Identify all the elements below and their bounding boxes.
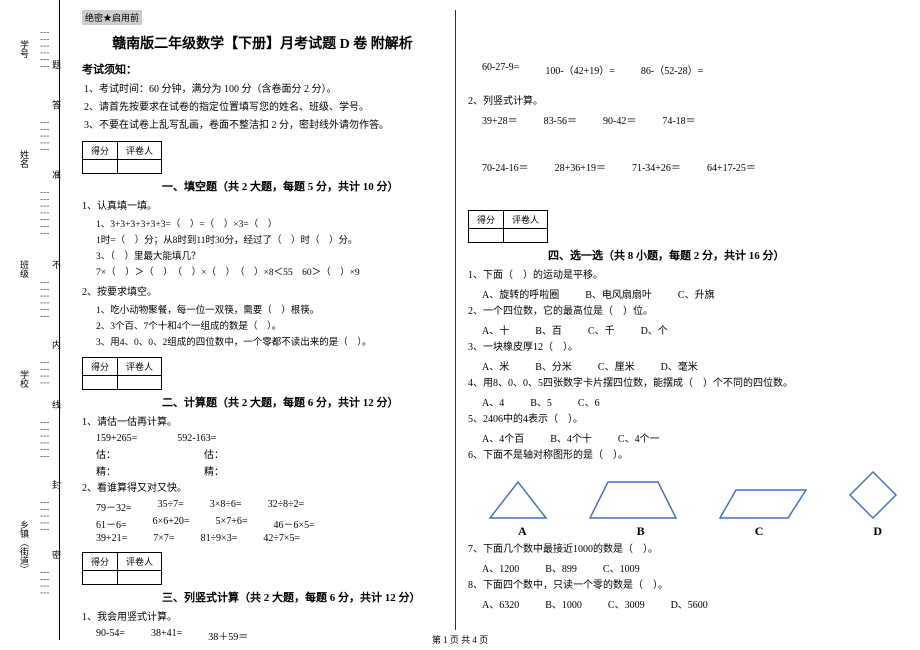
reviewer-label: 评卷人 xyxy=(118,142,162,160)
exam-title: 赣南版二年级数学【下册】月考试题 D 卷 附解析 xyxy=(82,33,443,53)
shape-labels: A B C D xyxy=(518,524,898,539)
dots-7: ┆┆┆┆┆ xyxy=(40,500,49,534)
dots-4: ┆┆┆┆┆┆ xyxy=(40,280,49,321)
notice-head: 考试须知： xyxy=(82,61,443,77)
c1a1: 159+265= xyxy=(96,433,137,444)
right-column: 60-27-9=100-（42+19）=86-（52-28）= 2、列竖式计算。… xyxy=(456,10,910,630)
c1c2: 精： xyxy=(204,463,224,478)
ch-q4: 4、用8、0、0、5四张数字卡片摆四位数，能摆成（ ）个不同的四位数。 xyxy=(468,375,898,392)
q1-d: 7×（ ）＞（ ） （ ）×（ ） （ ）×8＜55 60＞（ ）×9 xyxy=(96,265,443,281)
binding-sidebar: 学号 姓名 班级 学校 乡镇（街道） ┆┆┆┆┆┆ 题 答 ┆┆┆┆┆ 准 ┆┆… xyxy=(0,0,60,640)
label-c: C xyxy=(755,524,764,539)
c1c1: 精： xyxy=(96,463,116,478)
ch-q2: 2、一个四位数，它的最高位是（ ）位。 xyxy=(468,303,898,320)
page-footer: 第 1 页 共 4 页 xyxy=(0,633,920,646)
side-ti: 题 xyxy=(50,60,63,73)
score-box-3: 得分评卷人 xyxy=(82,552,162,585)
q1-b: 1时=（ ）分；从8时到11时30分，经过了（ ）时（ ）分。 xyxy=(96,233,443,249)
side-banji: 班级 xyxy=(18,260,31,278)
dots-8: ┆┆┆┆ xyxy=(40,570,49,597)
side-mi: 密 xyxy=(50,550,63,563)
section-2-head: 二、计算题（共 2 大题，每题 6 分，共计 12 分） xyxy=(162,394,443,410)
shapes-row xyxy=(488,470,898,520)
dots-1: ┆┆┆┆┆┆ xyxy=(40,30,49,71)
dots-2: ┆┆┆┆┆ xyxy=(40,120,49,154)
left-column: 绝密★启用前 赣南版二年级数学【下册】月考试题 D 卷 附解析 考试须知： 1、… xyxy=(70,10,456,630)
side-xuexiao: 学校 xyxy=(18,370,31,388)
q2-head: 2、按要求填空。 xyxy=(82,284,443,301)
side-xuehao: 学号 xyxy=(18,40,31,58)
ch-q3: 3、一块橡皮厚12（ ）。 xyxy=(468,339,898,356)
label-d: D xyxy=(873,524,882,539)
ch-q8: 8、下面四个数中，只读一个零的数是（ ）。 xyxy=(468,577,898,594)
q1-c: 3、（ ）里最大能填几？ xyxy=(96,249,443,265)
parallelogram-icon xyxy=(718,488,808,520)
triangle-icon xyxy=(488,480,548,520)
side-xian: 线 xyxy=(50,400,63,413)
notice-3: 3、不要在试卷上乱写乱画，卷面不整洁扣 2 分，密封线外请勿作答。 xyxy=(84,117,443,135)
side-xingming: 姓名 xyxy=(18,150,31,168)
c1b1: 估： xyxy=(96,446,116,461)
calc2-head: 2、看谁算得又对又快。 xyxy=(82,480,443,497)
side-bu: 不 xyxy=(50,260,63,273)
ch-q7: 7、下面几个数中最接近1000的数是（ ）。 xyxy=(468,541,898,558)
notice-2: 2、请首先按要求在试卷的指定位置填写您的姓名、班级、学号。 xyxy=(84,99,443,117)
ch-q6: 6、下面不是轴对称图形的是（ ）。 xyxy=(468,447,898,464)
side-nei: 内 xyxy=(50,340,63,353)
section-3-head: 三、列竖式计算（共 2 大题，每题 6 分，共计 12 分） xyxy=(162,589,443,605)
ch-q1: 1、下面（ ）的运动是平移。 xyxy=(468,267,898,284)
ch-q5: 5、2406中的4表示（ ）。 xyxy=(468,411,898,428)
q1-a: 1、3+3+3+3+3+3=（ ）=（ ）×3=（ ） xyxy=(96,217,443,233)
vert-head: 1、我会用竖式计算。 xyxy=(82,609,443,626)
vert2-head: 2、列竖式计算。 xyxy=(468,93,898,110)
side-zhun: 准 xyxy=(50,170,63,183)
c1b2: 估： xyxy=(204,446,224,461)
score-box-1: 得分评卷人 xyxy=(82,141,162,174)
q2-c: 3、用4、0、0、2组成的四位数中，一个零都不读出来的是（ ）。 xyxy=(96,335,443,351)
secret-label: 绝密★启用前 xyxy=(82,10,142,25)
trapezoid-icon xyxy=(588,480,678,520)
q2-b: 2、3个百、7个十和4个一组成的数是（ ）。 xyxy=(96,319,443,335)
label-b: B xyxy=(637,524,645,539)
section-4-head: 四、选一选（共 8 小题，每题 2 分，共计 16 分） xyxy=(548,247,898,263)
main-content: 绝密★启用前 赣南版二年级数学【下册】月考试题 D 卷 附解析 考试须知： 1、… xyxy=(70,10,910,630)
side-da: 答 xyxy=(50,100,63,113)
dots-5: ┆┆┆┆ xyxy=(40,360,49,387)
side-feng: 封 xyxy=(50,480,63,493)
c1a2: 592-163= xyxy=(177,433,216,444)
score-box-4: 得分评卷人 xyxy=(468,210,548,243)
side-xiangzhen: 乡镇（街道） xyxy=(18,520,31,574)
section-1-head: 一、填空题（共 2 大题，每题 5 分，共计 10 分） xyxy=(162,178,443,194)
dots-3: ┆┆┆┆┆┆┆ xyxy=(40,190,49,238)
calc1-head: 1、请估一估再计算。 xyxy=(82,414,443,431)
dots-6: ┆┆┆┆┆┆ xyxy=(40,420,49,461)
q1-head: 1、认真填一填。 xyxy=(82,198,443,215)
notice-1: 1、考试时间：60 分钟，满分为 100 分（含卷面分 2 分）。 xyxy=(84,81,443,99)
label-a: A xyxy=(518,524,527,539)
score-box-2: 得分评卷人 xyxy=(82,357,162,390)
q2-a: 1、吃小动物聚餐，每一位一双筷，需要（ ）根筷。 xyxy=(96,303,443,319)
diamond-icon xyxy=(848,470,898,520)
score-label: 得分 xyxy=(83,142,118,160)
